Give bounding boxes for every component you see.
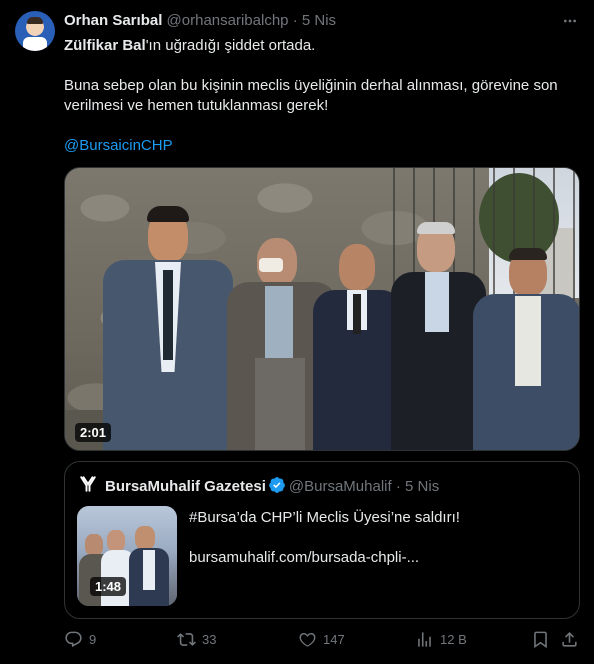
author-name[interactable]: Orhan Sarıbal xyxy=(64,12,162,29)
tweet-text: Zülfikar Bal'ın uğradığı şiddet ortada. … xyxy=(64,36,584,156)
author-handle[interactable]: @orhansaribalchp xyxy=(167,12,289,29)
quoted-headline: #Bursa’da CHP’li Meclis Üyesi’ne saldırı… xyxy=(189,509,460,526)
retweet-button[interactable]: 33 xyxy=(177,630,216,649)
tweet-video[interactable]: 2:01 xyxy=(64,167,580,451)
quoted-author-avatar[interactable] xyxy=(78,474,98,494)
header-separator: · xyxy=(292,12,298,29)
heart-icon xyxy=(299,633,316,647)
verified-badge-icon xyxy=(269,477,285,493)
reply-icon xyxy=(65,631,82,648)
like-count: 147 xyxy=(323,632,345,647)
author-avatar[interactable] xyxy=(15,11,55,51)
reply-button[interactable]: 9 xyxy=(64,630,96,649)
share-button[interactable] xyxy=(560,630,579,649)
tweet-actions: 9 33 147 12 B xyxy=(64,630,580,654)
quoted-video-thumbnail[interactable]: 1:48 xyxy=(77,506,177,606)
tweet-mention-link[interactable]: @BursaicinCHP xyxy=(64,137,173,154)
tweet[interactable]: Orhan Sarıbal @orhansaribalchp · 5 Nis Z… xyxy=(0,0,594,664)
quoted-tweet-time[interactable]: 5 Nis xyxy=(405,478,439,495)
quoted-tweet[interactable]: BursaMuhalif Gazetesi @BursaMuhalif · 5 N… xyxy=(64,461,580,619)
quoted-tweet-header: BursaMuhalif Gazetesi @BursaMuhalif · 5 N… xyxy=(105,476,439,496)
tweet-text-bold-name: Zülfikar Bal xyxy=(64,37,146,54)
video-person xyxy=(473,248,579,450)
video-person xyxy=(391,222,486,450)
bookmark-button[interactable] xyxy=(531,630,550,649)
view-count: 12 B xyxy=(440,632,467,647)
quoted-link[interactable]: bursamuhalif.com/bursada-chpli-... xyxy=(189,548,569,568)
quoted-tweet-text: #Bursa’da CHP’li Meclis Üyesi’ne saldırı… xyxy=(189,508,569,588)
tweet-text-paragraph2: Buna sebep olan bu kişinin meclis üyeliğ… xyxy=(64,77,558,114)
reply-count: 9 xyxy=(89,632,97,647)
retweet-icon xyxy=(177,633,196,646)
tweet-text-line1: 'ın uğradığı şiddet ortada. xyxy=(145,37,316,54)
video-person xyxy=(103,206,233,450)
retweet-count: 33 xyxy=(202,632,217,647)
quoted-header-separator: · xyxy=(395,478,401,495)
quoted-author-name[interactable]: BursaMuhalif Gazetesi xyxy=(105,478,266,495)
share-icon xyxy=(562,632,577,647)
views-button[interactable]: 12 B xyxy=(415,630,467,649)
video-person xyxy=(313,244,403,450)
like-button[interactable]: 147 xyxy=(298,630,345,649)
quoted-author-handle[interactable]: @BursaMuhalif xyxy=(289,478,392,495)
tweet-time[interactable]: 5 Nis xyxy=(302,12,336,29)
tweet-header: Orhan Sarıbal @orhansaribalchp · 5 Nis xyxy=(64,12,336,30)
bursamuhalif-logo-icon xyxy=(80,476,96,492)
quoted-video-duration: 1:48 xyxy=(90,577,127,596)
analytics-icon xyxy=(418,632,431,647)
more-options-icon[interactable] xyxy=(562,13,578,29)
bookmark-icon xyxy=(534,631,547,649)
video-duration: 2:01 xyxy=(75,423,112,442)
